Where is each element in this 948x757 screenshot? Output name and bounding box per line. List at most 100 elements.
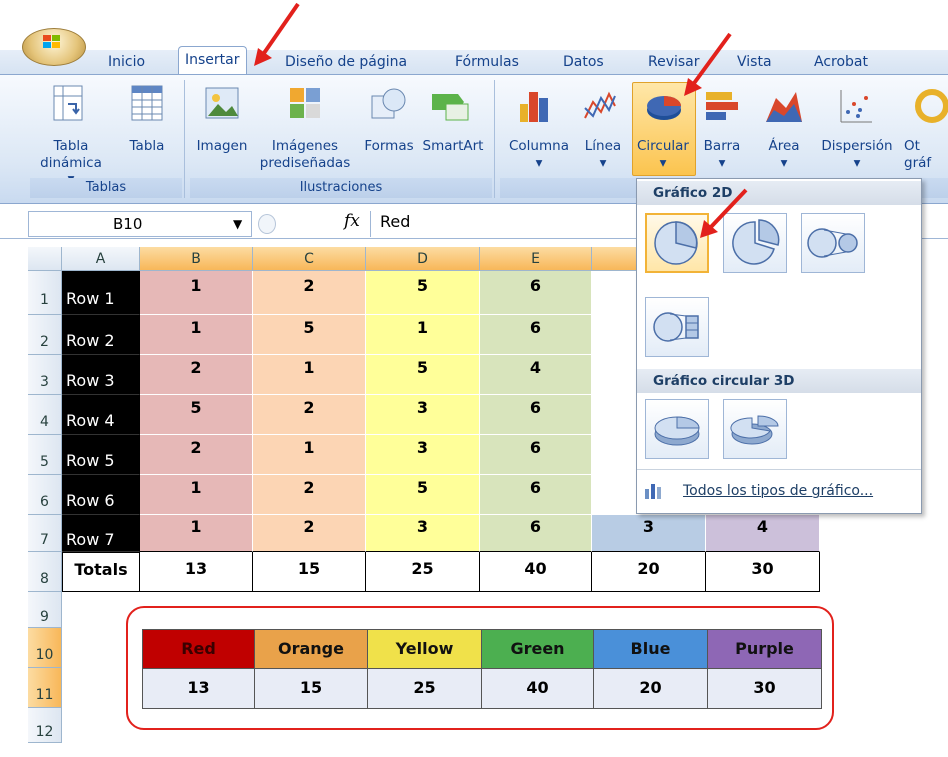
data-cell[interactable]: 5 — [366, 271, 480, 315]
data-cell[interactable]: 1 — [140, 475, 253, 515]
row-header[interactable]: 5 — [28, 435, 62, 475]
column-header[interactable]: C — [253, 247, 366, 271]
scatter-chart-icon — [840, 90, 872, 123]
scatter-chart-button[interactable] — [838, 88, 874, 128]
tab-formulas[interactable]: Fórmulas — [455, 52, 519, 74]
shapes-button[interactable] — [368, 86, 408, 126]
data-cell[interactable]: 1 — [366, 315, 480, 355]
row-label-cell[interactable]: Row 3 — [62, 355, 140, 395]
tab-acrobat[interactable]: Acrobat — [814, 52, 868, 74]
row-header[interactable]: 7 — [28, 515, 62, 552]
totals-cell[interactable]: 13 — [140, 552, 253, 592]
row-label-cell[interactable]: Row 2 — [62, 315, 140, 355]
totals-cell[interactable]: 40 — [480, 552, 592, 592]
totals-cell[interactable]: 15 — [253, 552, 366, 592]
data-cell[interactable]: 3 — [592, 515, 706, 552]
column-header[interactable]: D — [366, 247, 480, 271]
data-cell[interactable]: 5 — [140, 395, 253, 435]
totals-cell[interactable]: 30 — [706, 552, 820, 592]
data-cell[interactable]: 1 — [140, 271, 253, 315]
data-cell[interactable]: 1 — [140, 515, 253, 552]
totals-cell[interactable]: 25 — [366, 552, 480, 592]
area-chart-button[interactable] — [764, 88, 804, 128]
totals-cell[interactable]: 20 — [592, 552, 706, 592]
row-label-cell[interactable]: Row 5 — [62, 435, 140, 475]
data-cell[interactable]: 6 — [480, 395, 592, 435]
column-header[interactable]: A — [62, 247, 140, 271]
row-header[interactable]: 11 — [28, 668, 62, 708]
exploded-pie-3d-option[interactable] — [723, 399, 787, 459]
row-header[interactable]: 3 — [28, 355, 62, 395]
data-cell[interactable]: 2 — [253, 515, 366, 552]
line-chart-button[interactable] — [582, 88, 618, 128]
name-box[interactable]: B10 ▼ — [28, 211, 252, 237]
row-header[interactable]: 10 — [28, 628, 62, 668]
pie-3d-option[interactable] — [645, 399, 709, 459]
data-cell[interactable]: 2 — [140, 435, 253, 475]
pivot-table-button[interactable] — [52, 84, 84, 128]
row-header[interactable]: 9 — [28, 592, 62, 628]
summary-highlight — [126, 606, 834, 730]
office-button[interactable] — [22, 28, 86, 66]
data-cell[interactable]: 2 — [253, 395, 366, 435]
select-all-corner[interactable] — [28, 247, 62, 271]
data-cell[interactable]: 2 — [253, 475, 366, 515]
row-header[interactable]: 1 — [28, 271, 62, 315]
row-header[interactable]: 2 — [28, 315, 62, 355]
row-label-cell[interactable]: Row 1 — [62, 271, 140, 315]
data-cell[interactable]: 5 — [366, 355, 480, 395]
pie-chart-dropdown: Gráfico 2D Gráfico circular 3D Todos los… — [636, 178, 922, 514]
data-cell[interactable]: 6 — [480, 475, 592, 515]
tab-insertar[interactable]: Insertar — [178, 46, 247, 75]
totals-label-cell[interactable]: Totals — [62, 552, 140, 592]
data-cell[interactable]: 1 — [140, 315, 253, 355]
data-cell[interactable]: 4 — [480, 355, 592, 395]
smartart-icon — [432, 94, 469, 121]
data-cell[interactable]: 6 — [480, 515, 592, 552]
tab-inicio[interactable]: Inicio — [108, 52, 145, 74]
chevron-down-icon[interactable]: ▼ — [233, 212, 242, 236]
formula-bar-resize-icon[interactable] — [258, 214, 276, 234]
row-header[interactable]: 8 — [28, 552, 62, 592]
formula-input[interactable]: Red — [380, 212, 410, 231]
other-charts-button[interactable] — [912, 88, 948, 128]
row-label-cell[interactable]: Row 4 — [62, 395, 140, 435]
tab-datos[interactable]: Datos — [563, 52, 604, 74]
table-button[interactable] — [130, 84, 164, 128]
all-chart-types-link[interactable]: Todos los tipos de gráfico... — [683, 483, 873, 499]
data-cell[interactable]: 1 — [253, 355, 366, 395]
data-cell[interactable]: 5 — [253, 315, 366, 355]
column-header[interactable]: B — [140, 247, 253, 271]
data-cell[interactable]: 5 — [366, 475, 480, 515]
column-chart-button[interactable] — [516, 88, 552, 128]
row-label-cell[interactable]: Row 6 — [62, 475, 140, 515]
data-cell[interactable]: 2 — [253, 271, 366, 315]
dropdown-arrow: ▾ — [853, 155, 861, 171]
row-header[interactable]: 4 — [28, 395, 62, 435]
pie-of-pie-icon — [807, 228, 858, 258]
smartart-label: SmartArt — [422, 138, 484, 154]
data-cell[interactable]: 1 — [253, 435, 366, 475]
data-cell[interactable]: 3 — [366, 435, 480, 475]
clipart-button[interactable] — [288, 86, 322, 126]
tab-vista[interactable]: Vista — [737, 52, 772, 74]
row-label-cell[interactable]: Row 7 — [62, 515, 140, 552]
data-cell[interactable]: 6 — [480, 271, 592, 315]
bar-chart-label: Barra — [703, 138, 741, 154]
row-header[interactable]: 12 — [28, 708, 62, 743]
data-cell[interactable]: 3 — [366, 395, 480, 435]
bar-of-pie-option[interactable] — [645, 297, 709, 357]
picture-button[interactable] — [204, 86, 240, 126]
data-cell[interactable]: 6 — [480, 315, 592, 355]
data-cell[interactable]: 6 — [480, 435, 592, 475]
row-header[interactable]: 6 — [28, 475, 62, 515]
column-header[interactable]: E — [480, 247, 592, 271]
pie-of-pie-option[interactable] — [801, 213, 865, 273]
data-cell[interactable]: 4 — [706, 515, 820, 552]
fx-icon[interactable]: fx — [344, 211, 360, 231]
picture-label: Imagen — [196, 138, 248, 154]
smartart-button[interactable] — [428, 88, 472, 128]
data-cell[interactable]: 3 — [366, 515, 480, 552]
data-cell[interactable]: 2 — [140, 355, 253, 395]
section-2d-header: Gráfico 2D — [637, 181, 921, 205]
